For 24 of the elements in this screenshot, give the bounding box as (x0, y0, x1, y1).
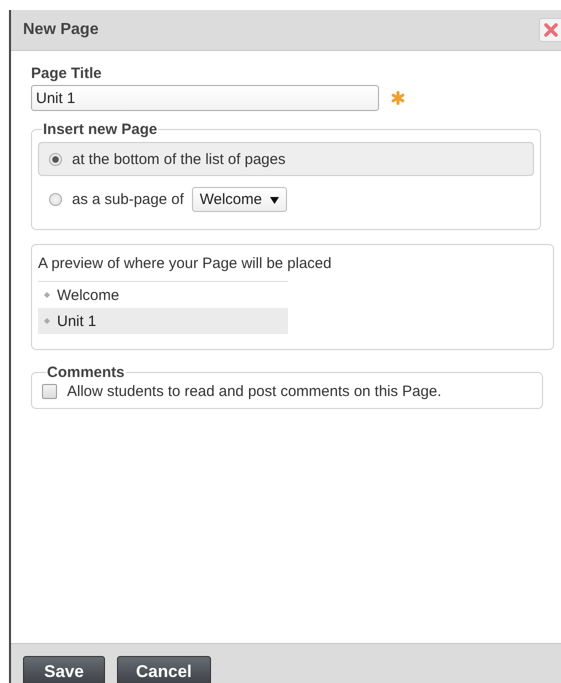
item-label: Welcome (57, 286, 120, 304)
cancel-button[interactable]: Cancel (117, 656, 211, 683)
option-row[interactable]: at the bottom of the list of pages (38, 142, 534, 176)
preview-caption: A preview of where your Page will be placed (38, 255, 332, 274)
option-row[interactable]: as a sub-page of Welcome (38, 182, 534, 216)
title-field[interactable]: Unit 1 (31, 85, 379, 111)
caret-icon (270, 196, 280, 204)
item-label: Unit 1 (57, 312, 96, 330)
close-button[interactable] (539, 18, 561, 42)
page-dropdown[interactable]: Welcome (192, 186, 288, 212)
dialog-title: New Page (23, 21, 99, 39)
checkbox-label: Allow students to read and post comments on this Page. (67, 383, 442, 400)
radio-button[interactable] (49, 152, 62, 166)
option-label: as a sub-page of (72, 190, 184, 208)
radio-button[interactable] (49, 192, 62, 206)
checkbox[interactable] (42, 384, 57, 399)
group-legend: Comments (46, 364, 126, 381)
group-legend: Insert new Page (42, 121, 158, 138)
option-label: at the bottom of the list of pages (72, 150, 286, 168)
close-icon (543, 22, 559, 38)
bullet-icon (44, 318, 50, 324)
field-label: Page Title (31, 65, 103, 82)
bullet-icon (44, 292, 50, 298)
save-button[interactable]: Save (23, 656, 105, 683)
